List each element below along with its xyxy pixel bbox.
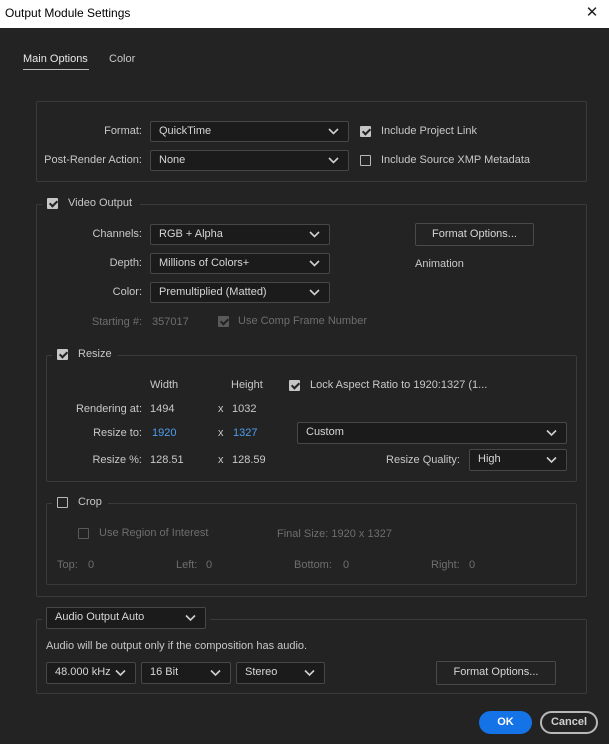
audio-note: Audio will be output only if the composi… bbox=[46, 640, 308, 652]
bit-depth-dropdown[interactable]: 16 Bit bbox=[141, 662, 231, 684]
chevron-down-icon bbox=[546, 450, 557, 470]
resize-preset-dropdown[interactable]: Custom bbox=[297, 422, 567, 444]
times-sign: x bbox=[218, 427, 224, 439]
audio-channels-value: Stereo bbox=[245, 666, 278, 678]
crop-bottom-value[interactable]: 0 bbox=[343, 559, 349, 571]
close-icon[interactable]: ✕ bbox=[581, 2, 603, 24]
video-output-checkbox[interactable] bbox=[47, 198, 58, 209]
depth-label: Depth: bbox=[109, 257, 142, 269]
resize-quality-label: Resize Quality: bbox=[386, 454, 460, 466]
crop-label: Crop bbox=[78, 496, 102, 508]
width-header: Width bbox=[150, 379, 179, 391]
resize-checkbox[interactable] bbox=[57, 349, 68, 360]
audio-output-value: Audio Output Auto bbox=[55, 611, 145, 623]
tab-color[interactable]: Color bbox=[109, 53, 135, 65]
crop-left-value[interactable]: 0 bbox=[206, 559, 212, 571]
resize-preset-value: Custom bbox=[306, 426, 344, 438]
resize-to-height[interactable]: 1327 bbox=[233, 427, 257, 439]
include-xmp-checkbox[interactable] bbox=[360, 155, 371, 166]
channels-label: Channels: bbox=[92, 228, 142, 240]
video-output-label: Video Output bbox=[68, 197, 133, 209]
rendering-width: 1494 bbox=[150, 403, 175, 415]
final-size-label: Final Size: 1920 x 1327 bbox=[277, 528, 392, 540]
crop-checkbox[interactable] bbox=[57, 497, 68, 508]
color-dropdown[interactable]: Premultiplied (Matted) bbox=[150, 282, 330, 303]
starting-frame-label: Starting #: bbox=[91, 316, 142, 328]
resize-to-label: Resize to: bbox=[93, 427, 142, 439]
height-header: Height bbox=[231, 379, 263, 391]
crop-right-label: Right: bbox=[431, 559, 460, 571]
resize-quality-value: High bbox=[478, 453, 501, 465]
window-title: Output Module Settings bbox=[5, 6, 131, 20]
chevron-down-icon bbox=[328, 122, 339, 141]
cancel-button[interactable]: Cancel bbox=[540, 711, 598, 734]
chevron-down-icon bbox=[309, 225, 320, 244]
title-bar: Output Module Settings ✕ bbox=[0, 0, 609, 28]
chevron-down-icon bbox=[185, 608, 196, 628]
include-project-link-label: Include Project Link bbox=[381, 125, 477, 137]
rendering-at-label: Rendering at: bbox=[75, 403, 142, 415]
color-label: Color: bbox=[112, 286, 142, 298]
chevron-down-icon bbox=[309, 283, 320, 302]
starting-frame-value: 357017 bbox=[152, 316, 189, 328]
format-value: QuickTime bbox=[159, 125, 212, 137]
video-format-options-button[interactable]: Format Options... bbox=[415, 223, 534, 246]
codec-label: Animation bbox=[415, 258, 464, 270]
lock-aspect-checkbox[interactable] bbox=[289, 380, 300, 391]
tab-main-options[interactable]: Main Options bbox=[23, 53, 88, 65]
post-render-label: Post-Render Action: bbox=[44, 154, 142, 166]
chevron-down-icon bbox=[115, 663, 126, 683]
chevron-down-icon bbox=[304, 663, 315, 683]
depth-value: Millions of Colors+ bbox=[159, 257, 250, 269]
resize-percent-label: Resize %: bbox=[92, 454, 142, 466]
use-comp-frame-label: Use Comp Frame Number bbox=[238, 315, 367, 327]
chevron-down-icon bbox=[309, 254, 320, 273]
format-label: Format: bbox=[104, 125, 142, 137]
crop-right-value[interactable]: 0 bbox=[469, 559, 475, 571]
crop-top-label: Top: bbox=[57, 559, 78, 571]
times-sign: x bbox=[218, 403, 224, 415]
chevron-down-icon bbox=[328, 151, 339, 170]
sample-rate-value: 48.000 kHz bbox=[55, 666, 111, 678]
crop-left-label: Left: bbox=[176, 559, 198, 571]
resize-quality-dropdown[interactable]: High bbox=[469, 449, 567, 471]
resize-to-width[interactable]: 1920 bbox=[152, 427, 176, 439]
post-render-value: None bbox=[159, 154, 186, 166]
resize-label: Resize bbox=[78, 348, 112, 360]
lock-aspect-label: Lock Aspect Ratio to 1920:1327 (1... bbox=[310, 379, 488, 391]
channels-value: RGB + Alpha bbox=[159, 228, 223, 240]
use-comp-frame-checkbox[interactable] bbox=[218, 316, 229, 327]
use-roi-label: Use Region of Interest bbox=[99, 527, 209, 539]
times-sign: x bbox=[218, 454, 224, 466]
chevron-down-icon bbox=[546, 423, 557, 443]
chevron-down-icon bbox=[210, 663, 221, 683]
resize-percent-height: 128.59 bbox=[232, 454, 266, 466]
depth-dropdown[interactable]: Millions of Colors+ bbox=[150, 253, 330, 274]
crop-top-value[interactable]: 0 bbox=[88, 559, 94, 571]
include-project-link-checkbox[interactable] bbox=[360, 126, 371, 137]
rendering-height: 1032 bbox=[232, 403, 257, 415]
sample-rate-dropdown[interactable]: 48.000 kHz bbox=[46, 662, 136, 684]
audio-channels-dropdown[interactable]: Stereo bbox=[236, 662, 325, 684]
resize-percent-width: 128.51 bbox=[150, 454, 184, 466]
include-xmp-label: Include Source XMP Metadata bbox=[381, 154, 530, 166]
bit-depth-value: 16 Bit bbox=[150, 666, 179, 678]
color-value: Premultiplied (Matted) bbox=[159, 286, 267, 298]
format-dropdown[interactable]: QuickTime bbox=[150, 121, 349, 142]
audio-format-options-button[interactable]: Format Options... bbox=[436, 661, 556, 685]
crop-bottom-label: Bottom: bbox=[294, 559, 332, 571]
active-tab-indicator bbox=[23, 69, 89, 70]
ok-button[interactable]: OK bbox=[479, 711, 532, 734]
crop-panel bbox=[46, 503, 577, 585]
channels-dropdown[interactable]: RGB + Alpha bbox=[150, 224, 330, 245]
audio-output-dropdown[interactable]: Audio Output Auto bbox=[46, 607, 206, 629]
use-roi-checkbox[interactable] bbox=[78, 528, 89, 539]
post-render-dropdown[interactable]: None bbox=[150, 150, 349, 171]
